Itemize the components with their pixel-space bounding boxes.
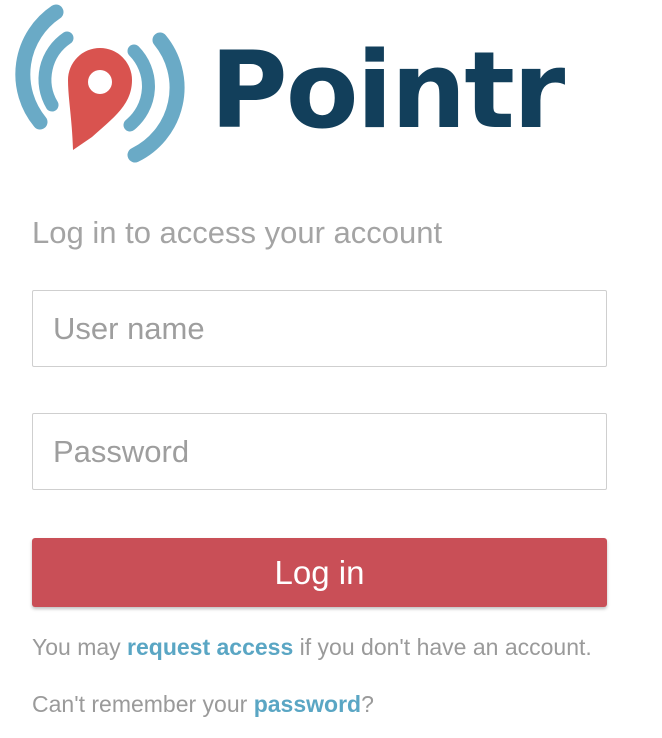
password-input[interactable] xyxy=(32,413,607,490)
forgot-password-suffix: ? xyxy=(361,691,374,717)
forgot-password-link[interactable]: password xyxy=(254,691,361,717)
request-access-link[interactable]: request access xyxy=(127,634,293,660)
request-access-help: You may request access if you don't have… xyxy=(32,632,592,662)
login-subtitle: Log in to access your account xyxy=(32,215,443,250)
location-pin-with-signal-waves-icon xyxy=(15,4,185,163)
request-access-suffix: if you don't have an account. xyxy=(293,634,592,660)
pointr-logo: Pointr xyxy=(0,0,565,175)
brand-name: Pointr xyxy=(210,29,565,152)
username-input[interactable] xyxy=(32,290,607,367)
login-button[interactable]: Log in xyxy=(32,538,607,607)
forgot-password-prefix: Can't remember your xyxy=(32,691,254,717)
forgot-password-help: Can't remember your password? xyxy=(32,689,374,719)
request-access-prefix: You may xyxy=(32,634,128,660)
